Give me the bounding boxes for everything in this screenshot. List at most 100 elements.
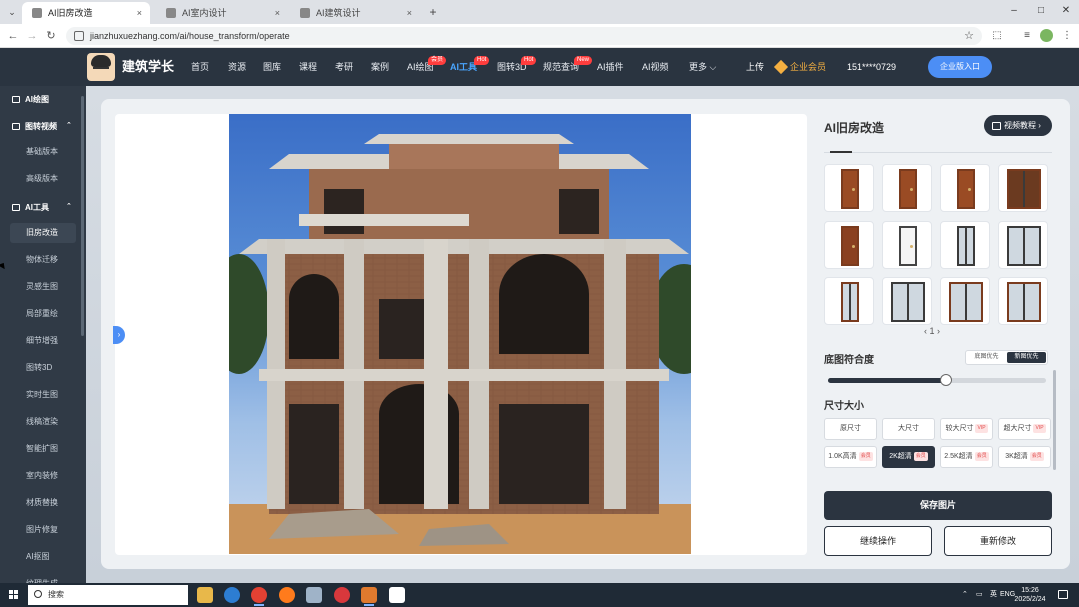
nav-courses[interactable]: 课程: [299, 48, 317, 86]
sidebar-item-object-transfer[interactable]: 物体迁移: [10, 250, 76, 270]
site-info-icon[interactable]: [74, 31, 84, 41]
extensions-icon[interactable]: ⬚: [990, 29, 1004, 43]
result-image[interactable]: [229, 114, 691, 554]
chevron-up-icon[interactable]: ⌃: [66, 202, 72, 210]
close-window-button[interactable]: ✕: [1056, 3, 1076, 19]
nav-cases[interactable]: 案例: [371, 48, 389, 86]
sidebar-item-inspiration[interactable]: 灵感生图: [10, 277, 76, 297]
style-tab-active-indicator[interactable]: [830, 151, 852, 153]
tab-close-icon[interactable]: ×: [275, 2, 280, 24]
ime-indicator[interactable]: 英: [990, 583, 997, 607]
enterprise-entry-button[interactable]: 企业版入口: [928, 56, 992, 78]
taskbar-clock[interactable]: 15:26 2025/2/24: [1012, 586, 1048, 604]
style-thumb-6[interactable]: [882, 221, 932, 269]
nav-resources[interactable]: 资源: [228, 48, 246, 86]
size-option-2-5k[interactable]: 2.5K超清 会员: [940, 446, 993, 468]
sidebar-item-advanced[interactable]: 高级版本: [10, 169, 76, 189]
size-option-1k[interactable]: 1.0K高清 会员: [824, 446, 877, 468]
app-icon[interactable]: [361, 587, 377, 606]
redo-button[interactable]: 重新修改: [944, 526, 1052, 556]
new-tab-button[interactable]: +: [426, 3, 440, 21]
tab-search-icon[interactable]: ⌄: [4, 4, 20, 20]
url-text[interactable]: jianzhuxuezhang.com/ai/house_transform/o…: [90, 27, 290, 45]
file-explorer-icon[interactable]: [197, 587, 213, 603]
tab-close-icon[interactable]: ×: [407, 2, 412, 24]
style-thumb-12[interactable]: [998, 277, 1048, 325]
sidebar-group-ai-tools[interactable]: AI工具 ⌃: [12, 202, 72, 213]
forward-icon[interactable]: →: [24, 28, 40, 44]
windows-start-icon[interactable]: [9, 590, 19, 600]
firefox-icon[interactable]: [279, 587, 295, 603]
sidebar-item-house-renovation[interactable]: 旧房改造: [10, 223, 76, 243]
logo-avatar[interactable]: [87, 53, 115, 81]
fit-mode-toggle[interactable]: 底图优先 新图优先: [965, 350, 1048, 365]
style-thumb-5[interactable]: [824, 221, 874, 269]
chrome-browser-icon[interactable]: [251, 587, 267, 606]
profile-avatar[interactable]: [1040, 29, 1053, 42]
style-thumb-2[interactable]: [882, 164, 932, 212]
sidebar-item-basic[interactable]: 基础版本: [10, 142, 76, 162]
browser-tab-3[interactable]: AI建筑设计 ×: [290, 2, 420, 24]
sidebar-item-interior[interactable]: 室内装修: [10, 466, 76, 486]
browser-tab-1[interactable]: AI旧房改造 ×: [22, 2, 150, 24]
bookmark-star-icon[interactable]: ☆: [964, 27, 974, 45]
style-thumb-9[interactable]: [824, 277, 874, 325]
tray-arrow-icon[interactable]: ⌃: [962, 583, 968, 607]
more-menu-icon[interactable]: ⋮: [1060, 29, 1074, 43]
nav-home[interactable]: 首页: [191, 48, 209, 86]
sidebar-item-cutout[interactable]: AI抠图: [10, 547, 76, 567]
nav-ai-drawing[interactable]: AI绘图: [407, 48, 434, 86]
style-thumb-1[interactable]: [824, 164, 874, 212]
reload-icon[interactable]: ↻: [43, 28, 59, 44]
fit-slider[interactable]: [828, 374, 1046, 386]
sidebar-item-image-to-3d[interactable]: 图转3D: [10, 358, 76, 378]
size-option-3k[interactable]: 3K超清 会员: [998, 446, 1051, 468]
taskbar-search-input[interactable]: 搜索: [28, 585, 188, 605]
style-thumb-11[interactable]: [940, 277, 990, 325]
style-thumb-10[interactable]: [882, 277, 932, 325]
browser-tab-2[interactable]: AI室内设计 ×: [156, 2, 288, 24]
nav-gallery[interactable]: 图库: [263, 48, 281, 86]
panel-scrollbar[interactable]: [1053, 370, 1056, 470]
upload-link[interactable]: 上传: [746, 48, 764, 86]
size-option-larger[interactable]: 较大尺寸 VIP: [940, 418, 993, 440]
minimize-button[interactable]: –: [1004, 3, 1024, 19]
sidebar-scrollbar[interactable]: [81, 96, 84, 336]
sidebar-item-inpaint[interactable]: 局部重绘: [10, 304, 76, 324]
style-pager[interactable]: ‹ 1 ›: [924, 326, 940, 336]
nav-ai-plugins[interactable]: AI插件: [597, 48, 624, 86]
nav-standards[interactable]: 规范查询: [543, 48, 579, 86]
chevron-up-icon[interactable]: ⌃: [66, 121, 72, 129]
nav-ai-tools[interactable]: AI工具: [450, 48, 477, 86]
nav-image-to-3d[interactable]: 图转3D: [497, 48, 527, 86]
fit-option-base[interactable]: 底图优先: [967, 352, 1006, 363]
size-option-original[interactable]: 原尺寸: [824, 418, 877, 440]
style-thumb-4[interactable]: [998, 164, 1048, 212]
sidebar-item-realtime[interactable]: 实时生图: [10, 385, 76, 405]
fit-slider-thumb[interactable]: [939, 374, 952, 386]
sidebar-item-detail-enhance[interactable]: 细节增强: [10, 331, 76, 351]
network-icon[interactable]: ▭: [976, 583, 983, 607]
tab-close-icon[interactable]: ×: [137, 2, 142, 24]
tab-search-list-icon[interactable]: ≡: [1020, 29, 1034, 43]
sidebar-item-outpaint[interactable]: 智能扩图: [10, 439, 76, 459]
style-thumb-3[interactable]: [940, 164, 990, 212]
style-thumb-8[interactable]: [998, 221, 1048, 269]
logo-text[interactable]: 建筑学长: [122, 48, 174, 86]
style-thumb-7[interactable]: [940, 221, 990, 269]
url-field[interactable]: jianzhuxuezhang.com/ai/house_transform/o…: [66, 27, 982, 45]
size-option-xlarge[interactable]: 超大尺寸 VIP: [998, 418, 1051, 440]
notification-icon[interactable]: [1058, 590, 1068, 599]
size-option-2k[interactable]: 2K超清 会员: [882, 446, 935, 468]
edge-browser-icon[interactable]: [224, 587, 240, 603]
sidebar-item-image-repair[interactable]: 图片修复: [10, 520, 76, 540]
fit-option-new[interactable]: 新图优先: [1007, 352, 1046, 363]
vip-link[interactable]: 企业会员: [773, 48, 826, 86]
maximize-button[interactable]: □: [1031, 3, 1051, 19]
app-icon[interactable]: [334, 587, 350, 603]
nav-exam[interactable]: 考研: [335, 48, 353, 86]
sidebar-item-material-replace[interactable]: 材质替换: [10, 493, 76, 513]
nav-more[interactable]: 更多 ⌵: [689, 48, 716, 86]
nav-ai-video[interactable]: AI视频: [642, 48, 669, 86]
app-icon[interactable]: [306, 587, 322, 603]
